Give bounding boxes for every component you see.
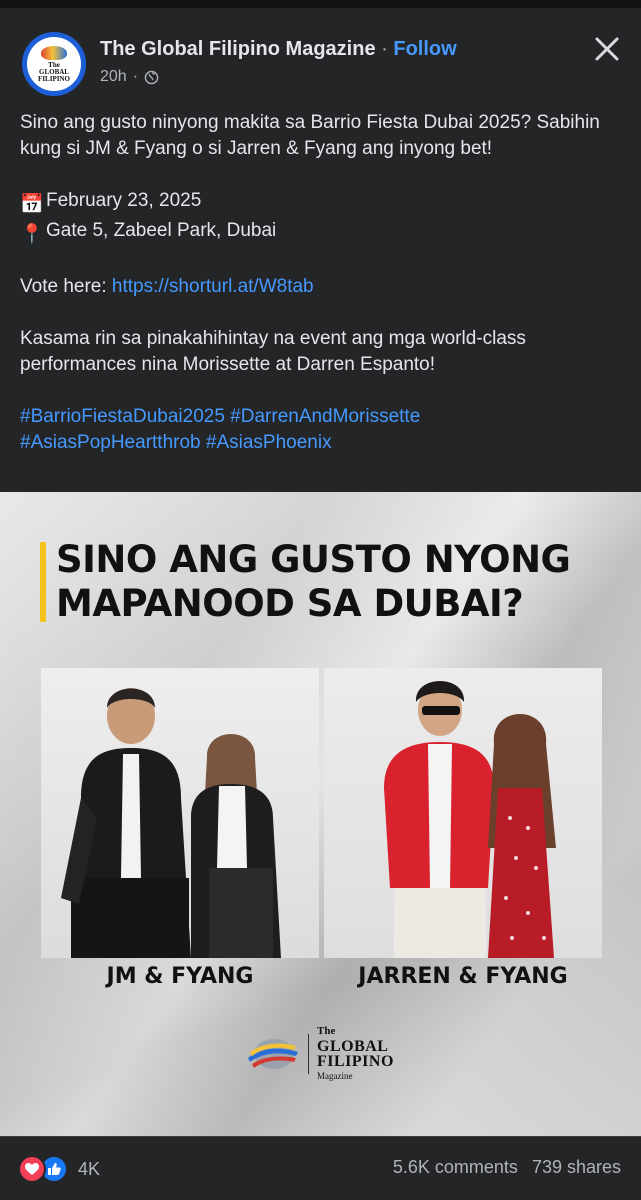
comments-count[interactable]: 5.6K comments bbox=[393, 1157, 518, 1178]
top-divider bbox=[0, 0, 641, 8]
event-date: February 23, 2025 bbox=[46, 190, 202, 211]
post-header: The GLOBAL FILIPINO The Global Filipino … bbox=[0, 8, 641, 96]
jarren-fyang-illustration bbox=[384, 681, 556, 958]
globe-icon bbox=[144, 70, 159, 84]
event-location: Gate 5, Zabeel Park, Dubai bbox=[46, 220, 277, 241]
hashtags-line-1[interactable]: #BarrioFiestaDubai2025 #DarrenAndMorisse… bbox=[20, 406, 420, 427]
post-meta: 20h · bbox=[100, 68, 159, 86]
post-time[interactable]: 20h bbox=[100, 68, 127, 86]
logo-line-1: The bbox=[317, 1025, 336, 1037]
event-details: 📅 February 23, 2025 📍 Gate 5, Zabeel Park,… bbox=[20, 188, 625, 248]
headline-accent-bar bbox=[40, 542, 46, 622]
magazine-logo: The GLOBAL FILIPINO Magazine bbox=[246, 1025, 406, 1081]
name-separator: · bbox=[381, 38, 388, 60]
logo-text: The GLOBAL FILIPINO Magazine bbox=[317, 1024, 394, 1084]
logo-line-2: GLOBAL bbox=[317, 1038, 389, 1055]
avatar-text-3: FILIPINO bbox=[38, 74, 70, 83]
reaction-count: 4K bbox=[78, 1158, 101, 1179]
page-avatar[interactable]: The GLOBAL FILIPINO bbox=[22, 32, 86, 96]
caption-jarren-fyang: JARREN & FYANG bbox=[358, 964, 568, 989]
post-footer: 4K 5.6K comments 739 shares bbox=[0, 1136, 641, 1200]
avatar-logo: The GLOBAL FILIPINO bbox=[27, 37, 81, 91]
photo-jarren-fyang bbox=[324, 668, 602, 958]
pin-icon: 📍 bbox=[20, 224, 44, 245]
globe-logo-icon bbox=[248, 1039, 298, 1069]
hashtags-line-2[interactable]: #AsiasPopHeartthrob #AsiasPhoenix bbox=[20, 432, 332, 453]
avatar-globe-icon bbox=[41, 45, 67, 60]
vote-line: Vote here: https://shorturl.at/W8tab bbox=[20, 274, 625, 300]
reactions-summary[interactable]: 4K bbox=[18, 1155, 100, 1183]
vote-link[interactable]: https://shorturl.at/W8tab bbox=[112, 276, 314, 297]
engagement-counts: 5.6K comments 739 shares bbox=[393, 1157, 621, 1178]
photo-jm-fyang bbox=[41, 668, 319, 958]
post-intro: Sino ang gusto ninyong makita sa Barrio … bbox=[20, 112, 600, 159]
shares-count[interactable]: 739 shares bbox=[532, 1157, 621, 1178]
close-icon bbox=[595, 37, 619, 61]
meta-separator: · bbox=[132, 68, 139, 85]
logo-line-4: Magazine bbox=[317, 1071, 353, 1081]
calendar-icon: 📅 bbox=[20, 194, 44, 215]
follow-button[interactable]: Follow bbox=[393, 38, 456, 60]
logo-divider bbox=[308, 1034, 309, 1074]
love-reaction-icon bbox=[18, 1155, 46, 1183]
jm-fyang-illustration bbox=[61, 688, 281, 958]
caption-jm-fyang: JM & FYANG bbox=[106, 964, 254, 989]
poster-headline: SINO ANG GUSTO NYONG MAPANOOD SA DUBAI? bbox=[56, 538, 571, 625]
post-text: Sino ang gusto ninyong makita sa Barrio … bbox=[20, 110, 625, 456]
performers-text: Kasama rin sa pinakahihintay na event an… bbox=[20, 328, 526, 375]
page-name-row: The Global Filipino Magazine · Follow bbox=[100, 38, 457, 61]
hashtags: #BarrioFiestaDubai2025 #DarrenAndMorisse… bbox=[20, 404, 625, 456]
page-name[interactable]: The Global Filipino Magazine bbox=[100, 38, 376, 60]
close-button[interactable] bbox=[590, 32, 624, 66]
logo-line-3: FILIPINO bbox=[317, 1053, 394, 1070]
post-image[interactable]: SINO ANG GUSTO NYONG MAPANOOD SA DUBAI? bbox=[0, 492, 641, 1136]
vote-label: Vote here: bbox=[20, 276, 112, 297]
